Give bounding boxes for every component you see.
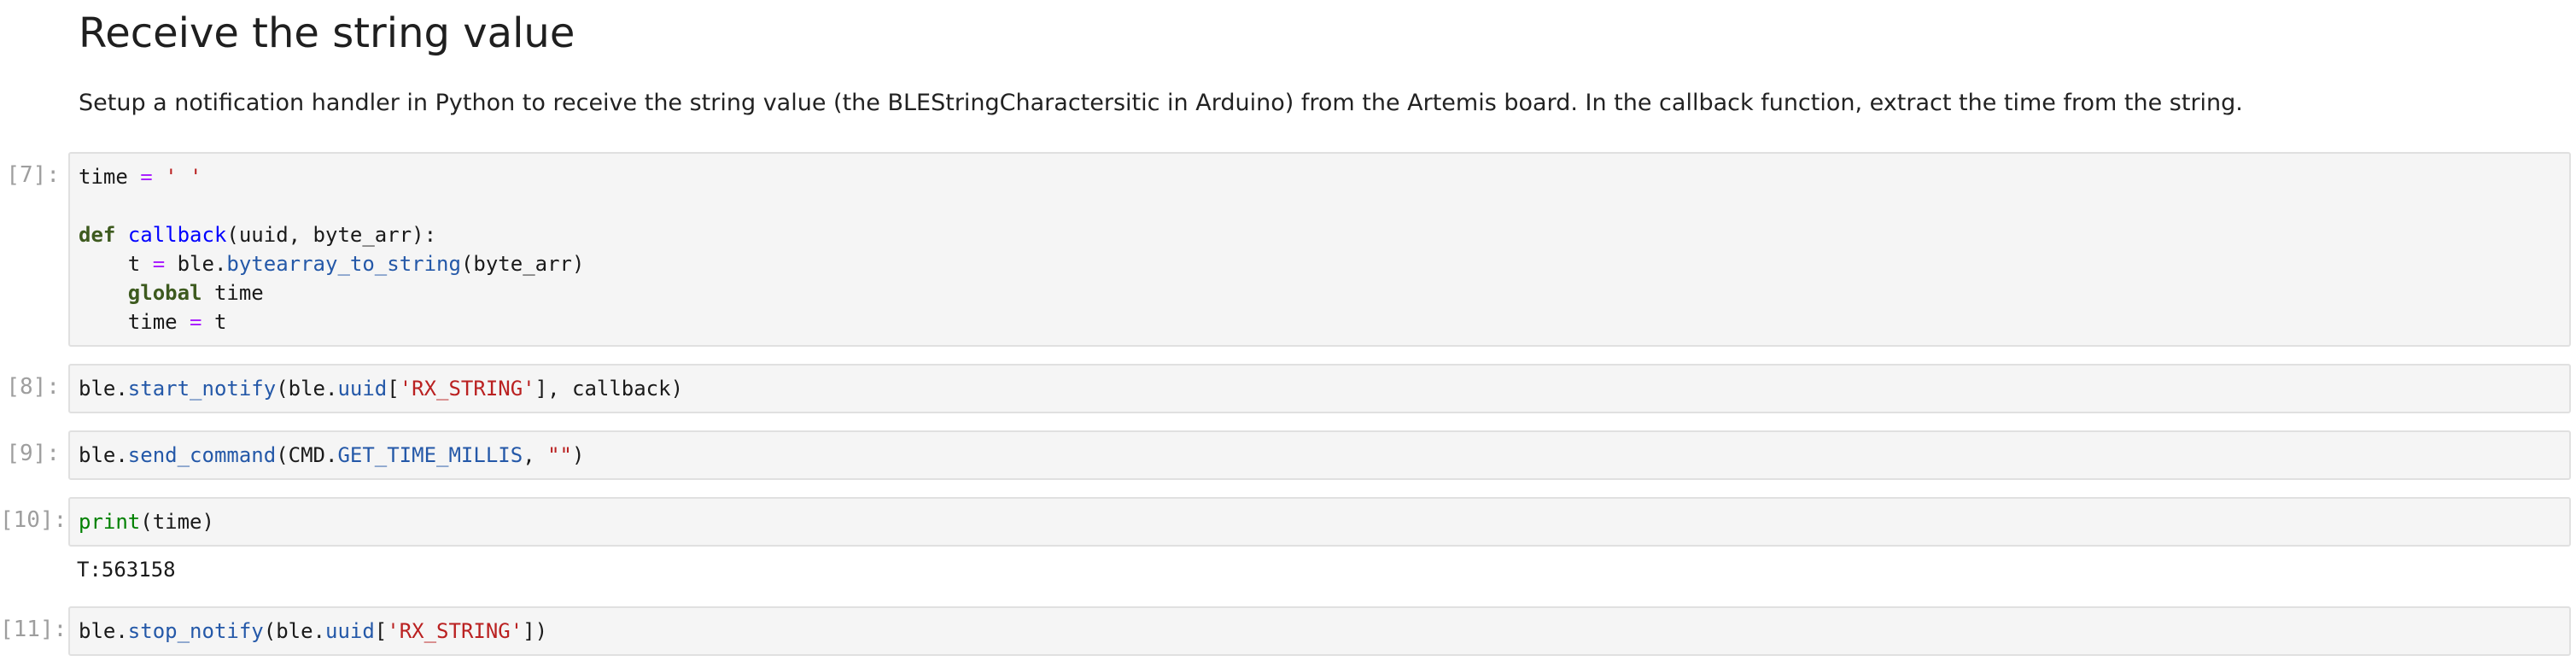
code-token: send_command (127, 443, 277, 467)
code-token: t (202, 310, 227, 334)
code-token: time (202, 281, 264, 305)
code-token: (uuid, byte_arr): (226, 223, 437, 247)
code-line: t = ble.bytearray_to_string(byte_arr) (79, 249, 585, 278)
markdown-paragraph: Setup a notification handler in Python t… (79, 90, 2243, 116)
code-input[interactable]: ble.send_command(CMD.GET_TIME_MILLIS, ""… (68, 430, 2571, 480)
code-input[interactable]: print(time) (68, 497, 2571, 547)
code-token: bytearray_to_string (226, 252, 461, 276)
code-token: ble. (79, 443, 128, 467)
code-token: ble. (79, 377, 128, 401)
code-token: = (190, 310, 202, 334)
code-token: def (79, 223, 116, 247)
code-cell-11[interactable]: [11]: ble.stop_notify(ble.uuid['RX_STRIN… (0, 606, 2576, 656)
code-token: ' ' (165, 165, 202, 189)
code-token: [ (387, 377, 400, 401)
code-token: = (140, 165, 153, 189)
code-line: global time (79, 278, 264, 307)
code-token: uuid (325, 619, 375, 643)
code-token: start_notify (127, 377, 277, 401)
code-token: time (79, 165, 141, 189)
code-input[interactable]: ble.start_notify(ble.uuid['RX_STRING'], … (68, 364, 2571, 413)
code-token: print (79, 510, 141, 534)
code-token: 'RX_STRING' (399, 377, 535, 401)
code-line: def callback(uuid, byte_arr): (79, 220, 436, 249)
code-cell-10[interactable]: [10]: print(time) T:563158 (0, 497, 2576, 591)
code-line: time = t (79, 307, 227, 336)
code-token: (time) (140, 510, 214, 534)
code-token: t (79, 252, 153, 276)
code-token: [ (374, 619, 388, 643)
code-token: ]) (523, 619, 548, 643)
cell-prompt: [10]: (0, 507, 67, 533)
code-line: ble.start_notify(ble.uuid['RX_STRING'], … (79, 374, 683, 403)
code-token: stop_notify (127, 619, 264, 643)
code-token: ble. (165, 252, 227, 276)
code-token: (byte_arr) (460, 252, 585, 276)
code-token: GET_TIME_MILLIS (337, 443, 523, 467)
cell-prompt: [8]: (6, 374, 60, 400)
code-cell-8[interactable]: [8]: ble.start_notify(ble.uuid['RX_STRIN… (0, 364, 2576, 413)
notebook: Receive the string value Setup a notific… (0, 0, 2576, 661)
code-token: (ble. (276, 377, 338, 401)
markdown-heading: Receive the string value (79, 9, 575, 57)
code-line: ble.stop_notify(ble.uuid['RX_STRING']) (79, 617, 547, 646)
code-cell-9[interactable]: [9]: ble.send_command(CMD.GET_TIME_MILLI… (0, 430, 2576, 480)
code-token: 'RX_STRING' (387, 619, 523, 643)
cell-prompt: [7]: (6, 162, 60, 188)
code-token: time (79, 310, 190, 334)
code-token: callback (127, 223, 227, 247)
cell-output: T:563158 (68, 552, 2571, 591)
code-cell-7[interactable]: [7]: time = ' ' def callback(uuid, byte_… (0, 152, 2576, 347)
code-token: = (152, 252, 166, 276)
cell-prompt: [11]: (0, 617, 67, 642)
code-input[interactable]: ble.stop_notify(ble.uuid['RX_STRING']) (68, 606, 2571, 656)
code-line: ble.send_command(CMD.GET_TIME_MILLIS, ""… (79, 441, 584, 470)
code-token: global (127, 281, 202, 305)
code-token: ble. (79, 619, 128, 643)
output-text: T:563158 (77, 558, 176, 582)
code-line: print(time) (79, 507, 214, 536)
code-token: , (523, 443, 548, 467)
code-token: (CMD. (276, 443, 338, 467)
cell-prompt: [9]: (6, 441, 60, 466)
code-token: "" (547, 443, 572, 467)
code-input[interactable]: time = ' ' def callback(uuid, byte_arr):… (68, 152, 2571, 347)
code-token: uuid (337, 377, 388, 401)
code-token: ], callback) (534, 377, 684, 401)
code-token: (ble. (263, 619, 325, 643)
code-token: ) (572, 443, 585, 467)
code-line: time = ' ' (79, 162, 202, 191)
